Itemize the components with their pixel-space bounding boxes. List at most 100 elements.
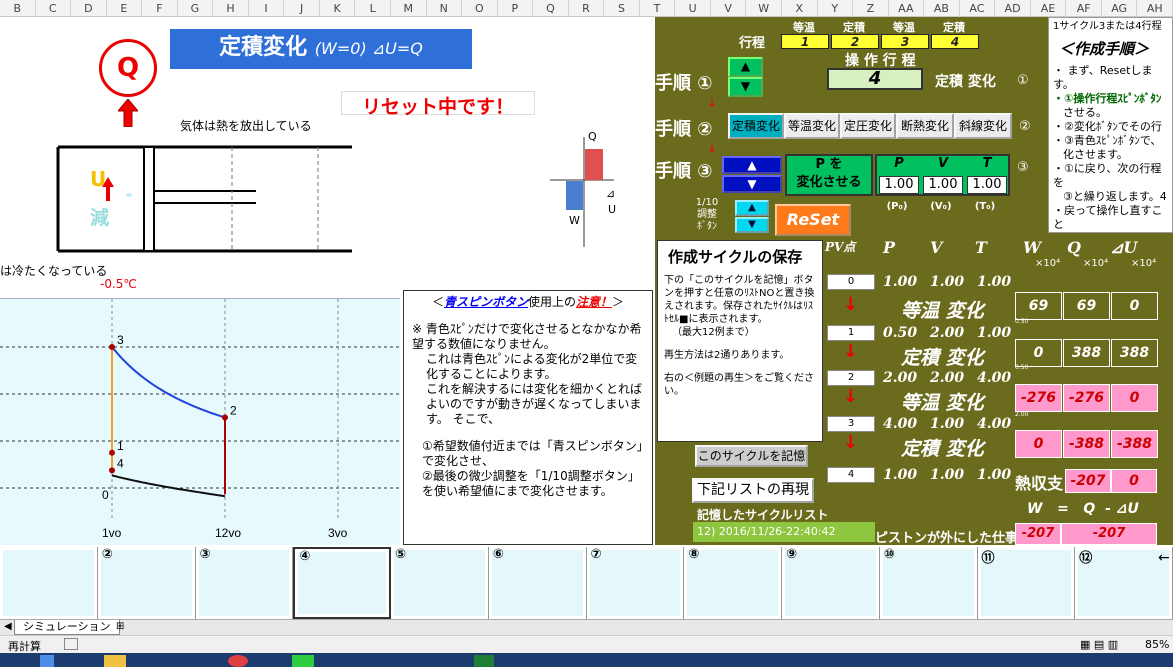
- change-button-1[interactable]: 定積変化: [728, 113, 784, 139]
- process-spin-up-button[interactable]: ▲: [728, 57, 763, 77]
- cycle-thumbnail[interactable]: ⑥: [488, 547, 587, 619]
- cycle-thumbnail[interactable]: ⑪: [977, 547, 1076, 619]
- column-header-cell[interactable]: P: [498, 0, 534, 17]
- column-header-cell[interactable]: AC: [960, 0, 996, 17]
- change-result-value: -276: [1063, 384, 1110, 412]
- column-header-cell[interactable]: N: [427, 0, 462, 17]
- replay-list-button[interactable]: 下記リストの再現: [692, 478, 814, 503]
- pv-point-value: 1.00: [977, 274, 1012, 290]
- cycle-thumbnail[interactable]: ⑧: [684, 547, 783, 619]
- cycle-thumbnail[interactable]: ③: [195, 547, 294, 619]
- change-arrow-icon: ↓: [843, 294, 859, 315]
- column-header-cell[interactable]: AE: [1031, 0, 1067, 17]
- note-line-5: ②最後の微少調整を「1/10調整ボタン」を使い希望値にまで変化させます。: [422, 469, 640, 498]
- column-header-cell[interactable]: H: [213, 0, 249, 17]
- table-header-cell: ⊿U: [1110, 238, 1138, 257]
- adjust-label: 1/10 調整 ﾎﾞﾀﾝ: [695, 197, 719, 232]
- column-header-cell[interactable]: AB: [924, 0, 960, 17]
- change-type-label: 等温 変化: [901, 300, 984, 322]
- excel-icon[interactable]: [474, 655, 494, 667]
- pv-point-index: 3: [827, 416, 875, 432]
- column-header-cell[interactable]: F: [142, 0, 178, 17]
- cycle-thumbnail[interactable]: ④: [293, 547, 392, 619]
- start-icon[interactable]: [40, 655, 54, 667]
- column-header-cell[interactable]: G: [178, 0, 214, 17]
- thumbnail-number: ⑦: [590, 547, 602, 562]
- cycle-thumbnail[interactable]: ⑦: [586, 547, 685, 619]
- change-button-2[interactable]: 等温変化: [784, 113, 840, 139]
- change-result-value: -388: [1063, 430, 1110, 458]
- step3-label: 手順 ③: [655, 161, 713, 182]
- cycle-thumbnail[interactable]: ⑩: [879, 547, 978, 619]
- heat-balance-label: 熱収支: [1015, 474, 1064, 493]
- column-header-cell[interactable]: AA: [889, 0, 925, 17]
- column-header-cell[interactable]: O: [462, 0, 498, 17]
- cycle-thumbnail[interactable]: ②: [97, 547, 196, 619]
- value-spin-down-button[interactable]: ▼: [722, 175, 782, 193]
- taskbar: [0, 653, 1173, 667]
- column-header-cell[interactable]: AD: [995, 0, 1031, 17]
- column-header-cell[interactable]: R: [569, 0, 605, 17]
- thumbnail-graph: [491, 550, 583, 616]
- tab-simulation[interactable]: シミュレーション: [14, 620, 120, 635]
- fine-adjust-down-button[interactable]: ▼: [735, 217, 769, 233]
- q-heat-icon: Q: [99, 39, 157, 97]
- change-button-3[interactable]: 定圧変化: [840, 113, 896, 139]
- memorize-cycle-button[interactable]: このサイクルを記憶: [695, 445, 808, 467]
- change-button-4[interactable]: 断熱変化: [896, 113, 954, 139]
- view-icons[interactable]: ▦ ▤ ▥: [1080, 638, 1118, 651]
- value-spin-up-button[interactable]: ▲: [722, 156, 782, 174]
- column-header-cell[interactable]: W: [747, 0, 782, 17]
- pv-point-value: 4.00: [977, 370, 1012, 386]
- column-header-cell[interactable]: Q: [533, 0, 569, 17]
- process-types: 等温 定積 等温 定積: [781, 19, 991, 34]
- cycle-thumbnail[interactable]: [0, 547, 98, 619]
- column-header-cell[interactable]: Z: [853, 0, 889, 17]
- saved-list-item[interactable]: 12) 2016/11/26-22:40:42: [693, 522, 875, 542]
- thumbnail-arrow-icon[interactable]: ←: [1158, 550, 1170, 566]
- browser-icon[interactable]: [228, 655, 248, 667]
- step2-marker: ②: [1019, 119, 1031, 134]
- column-header-cell[interactable]: E: [107, 0, 143, 17]
- column-header-cell[interactable]: X: [782, 0, 818, 17]
- cycle-thumbnail[interactable]: ⑨: [782, 547, 880, 619]
- thumbnail-graph: [100, 550, 192, 616]
- operation-process-value[interactable]: 4: [827, 68, 923, 90]
- column-header-cell[interactable]: V: [711, 0, 747, 17]
- column-header-cell[interactable]: Y: [818, 0, 853, 17]
- note-line-4: ①希望数値付近までは「青スピンボタン」で変化させ、: [422, 439, 643, 468]
- column-header-cell[interactable]: U: [675, 0, 711, 17]
- column-header-cell[interactable]: T: [640, 0, 676, 17]
- thumbnail-graph: [785, 550, 876, 616]
- change-result-value: 0: [1111, 292, 1158, 320]
- explorer-icon[interactable]: [104, 655, 126, 667]
- column-header-cell[interactable]: K: [320, 0, 356, 17]
- zero-label: [124, 191, 134, 199]
- fine-adjust-up-button[interactable]: ▲: [735, 200, 769, 216]
- change-button-5[interactable]: 斜線変化: [954, 113, 1012, 139]
- column-header-cell[interactable]: AH: [1138, 0, 1173, 17]
- column-header-cell[interactable]: AG: [1102, 0, 1138, 17]
- column-header-cell[interactable]: D: [71, 0, 107, 17]
- thumbnail-graph: [589, 550, 681, 616]
- process-type-label: 等温: [893, 21, 915, 34]
- column-header-cell[interactable]: I: [249, 0, 285, 17]
- new-sheet-icon[interactable]: ⊞: [116, 621, 124, 632]
- note-line-3: これを解決するには変化を細かくとればよいのですが動きが遅くなってしまいます。 そ…: [426, 382, 643, 426]
- column-header-cell[interactable]: M: [391, 0, 427, 17]
- column-header-cell[interactable]: B: [0, 0, 36, 17]
- note-heading-blue: 青スピンボタン: [443, 295, 528, 309]
- procedure-line-1: ・ まず、Resetします。: [1053, 64, 1153, 91]
- column-header-cell[interactable]: J: [284, 0, 320, 17]
- column-header-cell[interactable]: L: [356, 0, 391, 17]
- process-spin-down-button[interactable]: ▼: [728, 77, 763, 97]
- cycle-thumbnail[interactable]: ⑤: [391, 547, 489, 619]
- thumbnail-number: ⑩: [883, 547, 895, 562]
- thumbnail-number: ⑤: [395, 547, 407, 562]
- line-icon[interactable]: [292, 655, 314, 667]
- column-header-cell[interactable]: S: [604, 0, 640, 17]
- process-number-cell: 1: [781, 34, 829, 49]
- column-header-cell[interactable]: C: [36, 0, 71, 17]
- reset-button[interactable]: ReSet: [775, 204, 851, 236]
- column-header-cell[interactable]: AF: [1066, 0, 1102, 17]
